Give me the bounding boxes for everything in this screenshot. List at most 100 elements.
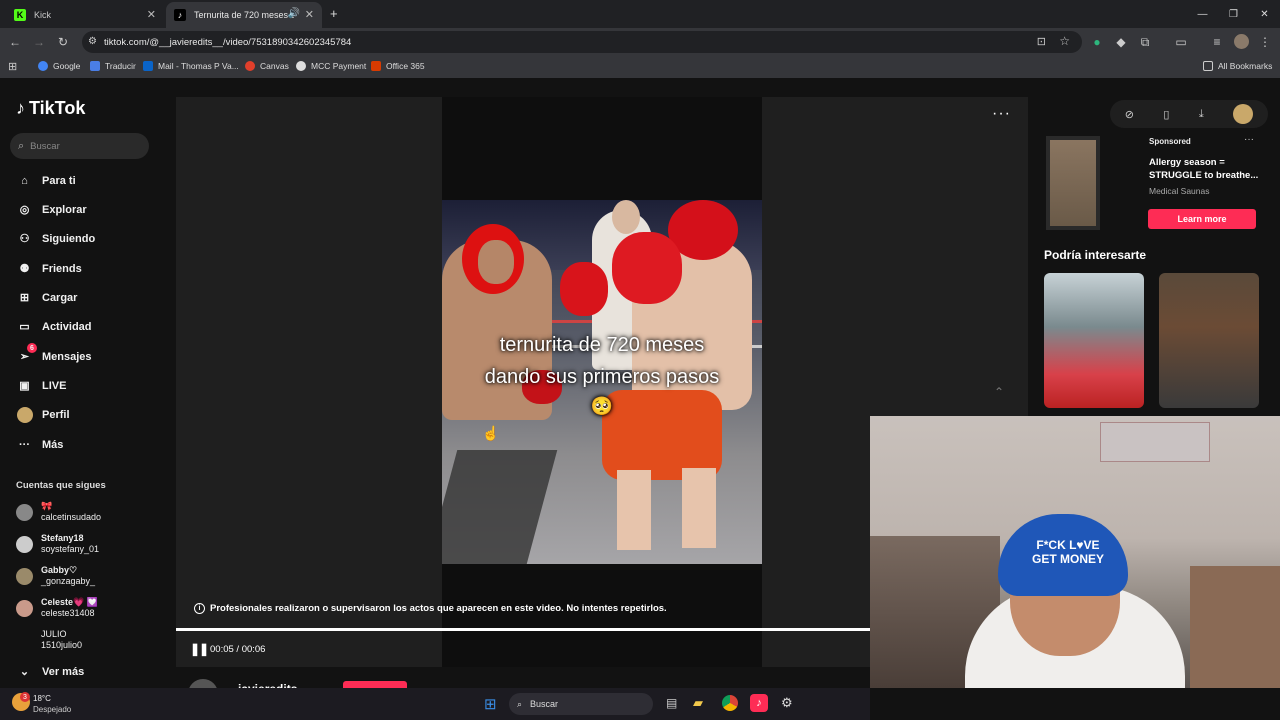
nav-cargar[interactable]: ⊞ Cargar xyxy=(16,289,78,306)
all-bookmarks-folder[interactable]: All Bookmarks xyxy=(1203,61,1272,71)
reload-icon[interactable]: ↻ xyxy=(56,35,70,49)
app-icon[interactable]: ⚙ xyxy=(781,695,793,711)
grammarly-extension-icon[interactable]: ● xyxy=(1090,35,1104,49)
followed-account[interactable]: Celeste💗 💟 celeste31408 xyxy=(16,597,98,619)
phone-icon[interactable]: ▯ xyxy=(1163,108,1169,121)
install-app-icon[interactable]: ⊡ xyxy=(1037,35,1046,48)
learn-more-button[interactable]: Learn more xyxy=(1148,209,1256,229)
suggestions-title: Podría interesarte xyxy=(1044,248,1147,262)
nav-explorar[interactable]: ◎ Explorar xyxy=(16,201,87,218)
google-icon xyxy=(38,61,48,71)
avatar xyxy=(16,536,33,553)
close-tab-icon[interactable]: ✕ xyxy=(147,8,156,21)
bookmark-traducir[interactable]: Traducir xyxy=(90,61,136,71)
browser-menu-icon[interactable]: ⋮ xyxy=(1258,35,1272,49)
tiktok-logo[interactable]: ♪ TikTok xyxy=(16,98,85,119)
outlook-icon xyxy=(143,61,153,71)
webcam-overlay: F*CK L♥VE GET MONEY xyxy=(870,416,1280,688)
nav-siguiendo[interactable]: ⚇ Siguiendo xyxy=(16,230,96,247)
furniture xyxy=(1190,566,1280,688)
followed-account[interactable]: JULIO 1510julio0 xyxy=(16,629,82,651)
folder-icon xyxy=(1203,61,1213,71)
close-window-icon[interactable]: ✕ xyxy=(1249,0,1280,28)
see-more-button[interactable]: ⌄ Ver más xyxy=(16,663,84,680)
profile-avatar[interactable] xyxy=(1234,34,1249,49)
chrome-icon[interactable] xyxy=(722,695,738,711)
suggested-video-thumbnail[interactable] xyxy=(1044,273,1144,408)
reading-list-icon[interactable]: ≡ xyxy=(1210,35,1224,49)
avatar xyxy=(16,632,33,649)
followed-account[interactable]: Stefany18 soystefany_01 xyxy=(16,533,99,555)
nav-actividad[interactable]: ▭ Actividad xyxy=(16,318,91,335)
taskbar-search[interactable]: ⌕ Buscar xyxy=(509,693,653,715)
nav-para-ti[interactable]: ⌂ Para ti xyxy=(16,172,75,189)
ad-advertiser: Medical Saunas xyxy=(1149,186,1210,196)
restore-icon[interactable]: ❐ xyxy=(1218,0,1249,28)
bookmarks-bar: ⊞ Google Traducir Mail - Thomas P Va... … xyxy=(0,56,1280,78)
site-info-icon[interactable]: ⚙ xyxy=(88,36,97,47)
nav-live[interactable]: ▣ LIVE xyxy=(16,377,66,394)
boxing-glove xyxy=(612,232,682,304)
close-tab-icon[interactable]: ✕ xyxy=(305,8,314,21)
friends-icon: ⚉ xyxy=(19,263,30,275)
url-text: tiktok.com/@__javieredits__/video/753189… xyxy=(104,36,352,48)
followed-account[interactable]: Gabby♡ _gonzagaby_ xyxy=(16,565,95,587)
canvas-icon xyxy=(245,61,255,71)
followed-account[interactable]: 🎀 calcetinsudado xyxy=(16,501,101,523)
compass-icon: ◎ xyxy=(19,204,30,216)
nav-friends[interactable]: ⚉ Friends xyxy=(16,260,82,277)
tiktok-favicon-icon: ♪ xyxy=(174,9,186,21)
cast-icon[interactable]: ▭ xyxy=(1174,35,1188,49)
tab-kick[interactable]: K Kick ✕ xyxy=(6,2,164,28)
download-icon[interactable]: ⤓ xyxy=(1199,108,1204,121)
windows-start-icon[interactable]: ⊞ xyxy=(484,695,497,713)
back-icon[interactable]: ← xyxy=(8,35,22,49)
boxing-glove xyxy=(560,262,608,316)
address-bar[interactable]: ⚙ tiktok.com/@__javieredits__/video/7531… xyxy=(82,31,1082,53)
new-tab-button[interactable]: + xyxy=(330,6,338,21)
follow-button[interactable] xyxy=(343,681,407,688)
task-view-icon[interactable]: ▤ xyxy=(666,696,677,710)
office-icon xyxy=(371,61,381,71)
weather-badge: 3 xyxy=(20,692,30,702)
tab-tiktok-video[interactable]: ♪ Ternurita de 720 meses dan 🔊 ✕ xyxy=(166,2,322,28)
bookmark-canvas[interactable]: Canvas xyxy=(245,61,289,71)
pleading-emoji: 🥺 xyxy=(590,396,614,416)
bookmark-office365[interactable]: Office 365 xyxy=(371,61,425,71)
tab-label: Ternurita de 720 meses dan xyxy=(194,10,294,20)
browser-tab-bar: K Kick ✕ ♪ Ternurita de 720 meses dan 🔊 … xyxy=(0,0,1280,28)
bookmark-star-icon[interactable]: ☆ xyxy=(1059,34,1070,48)
tiktok-note-icon: ♪ xyxy=(16,98,25,118)
ad-thumbnail[interactable] xyxy=(1046,136,1100,230)
more-options-icon[interactable]: ··· xyxy=(992,105,1011,123)
bookmark-mail[interactable]: Mail - Thomas P Va... xyxy=(143,61,239,71)
pause-icon[interactable]: ❚❚ xyxy=(190,642,209,656)
minimize-icon[interactable]: — xyxy=(1187,0,1218,28)
author-avatar[interactable] xyxy=(188,679,218,688)
windows-taskbar: 3 18°C Despejado ⊞ ⌕ Buscar ▤ ▰ ♪ ⚙ xyxy=(0,688,870,720)
bookmark-mcc-payment[interactable]: MCC Payment xyxy=(296,61,366,71)
file-explorer-icon[interactable]: ▰ xyxy=(693,695,703,711)
nav-mas[interactable]: ··· Más xyxy=(16,436,63,453)
apps-grid-icon[interactable]: ⊞ xyxy=(8,60,17,73)
tiktok-app-icon[interactable]: ♪ xyxy=(750,694,768,712)
top-actions-bar: ⊘ ▯ ⤓ xyxy=(1110,100,1268,128)
extension-icon[interactable]: ◆ xyxy=(1114,35,1128,49)
avatar xyxy=(16,600,33,617)
nav-mensajes[interactable]: ➢ 6 Mensajes xyxy=(16,343,92,365)
chevron-down-icon: ⌄ xyxy=(19,666,30,678)
audio-playing-icon[interactable]: 🔊 xyxy=(288,8,300,19)
ad-more-icon[interactable]: ··· xyxy=(1244,134,1254,145)
forward-icon[interactable]: → xyxy=(32,35,46,49)
avatar xyxy=(16,568,33,585)
live-icon: ▣ xyxy=(19,380,30,392)
chevron-up-icon[interactable]: ⌃ xyxy=(994,385,1004,399)
extensions-puzzle-icon[interactable]: ⧉ xyxy=(1138,35,1152,49)
avatar[interactable] xyxy=(1233,104,1254,124)
suggested-video-thumbnail[interactable] xyxy=(1159,273,1259,408)
bookmark-google[interactable]: Google xyxy=(38,61,80,71)
search-input[interactable]: ⌕ Buscar xyxy=(10,133,149,159)
weather-desc: Despejado xyxy=(33,705,72,714)
coins-icon[interactable]: ⊘ xyxy=(1125,108,1134,121)
nav-perfil[interactable]: Perfil xyxy=(16,406,70,423)
